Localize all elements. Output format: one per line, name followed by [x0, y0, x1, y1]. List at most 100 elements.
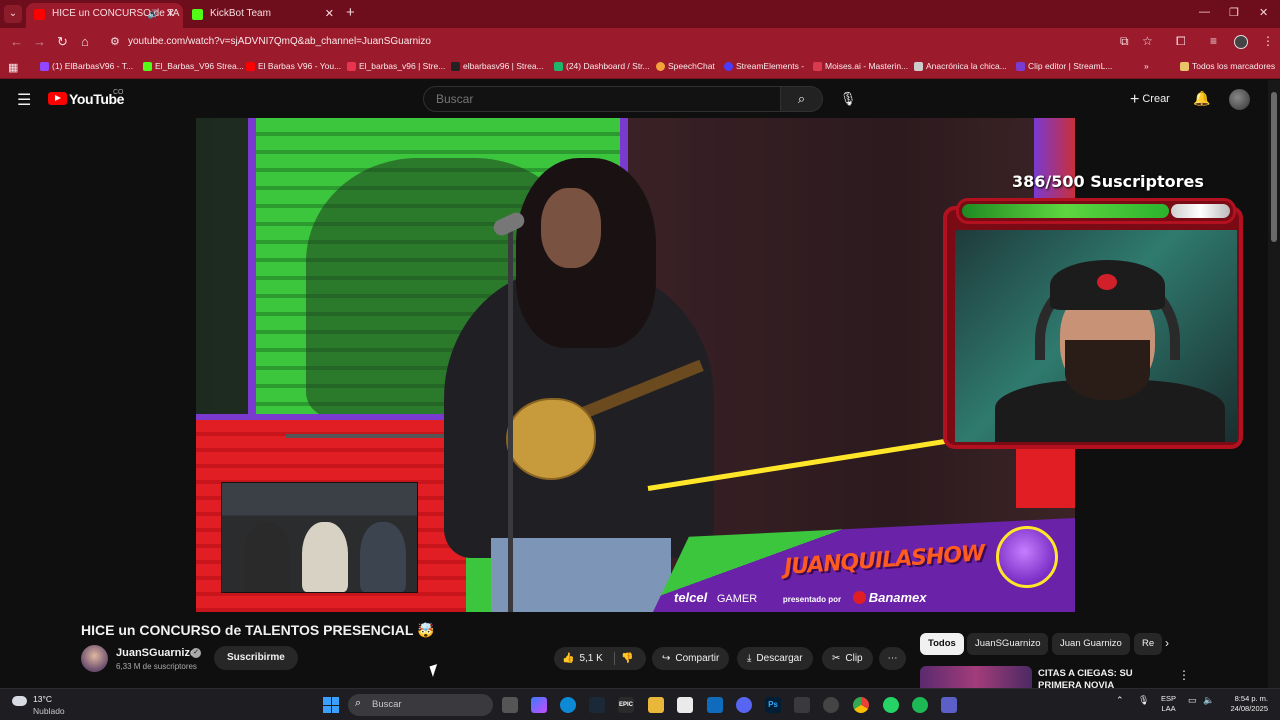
media-controls-icon[interactable]: ≡ [1210, 34, 1217, 48]
page-scrollbar[interactable] [1268, 80, 1280, 688]
notifications-bell-icon[interactable]: 🔔 [1193, 90, 1210, 107]
install-app-icon[interactable]: ⧉ [1120, 34, 1129, 49]
dislike-button[interactable]: 👎 [621, 647, 633, 670]
tab-title: HICE un CONCURSO de TA [52, 8, 180, 19]
copilot-icon[interactable] [531, 697, 547, 713]
bookmark-item[interactable]: elbarbasv96 | Strea... [451, 61, 544, 71]
more-bookmarks-icon[interactable]: » [1144, 61, 1149, 71]
whatsapp-icon[interactable] [883, 697, 899, 713]
file-explorer-icon[interactable] [648, 697, 664, 713]
microphone-tray-icon[interactable]: 🎙 [1138, 695, 1149, 706]
recommended-more-icon[interactable]: ⋮ [1178, 668, 1190, 682]
chevron-right-icon[interactable]: › [1165, 636, 1169, 650]
outlook-icon[interactable] [707, 697, 723, 713]
url-text[interactable]: youtube.com/watch?v=sjADVNI7QmQ&ab_chann… [128, 36, 431, 47]
streamer-webcam [943, 206, 1243, 449]
back-arrow-icon[interactable]: ← [10, 34, 23, 49]
scrollbar-thumb[interactable] [1271, 92, 1277, 242]
close-window-button[interactable]: ✕ [1259, 6, 1268, 19]
all-bookmarks-folder[interactable]: Todos los marcadores [1180, 61, 1275, 71]
windows-start-icon[interactable] [323, 697, 339, 713]
epic-games-icon[interactable]: EPIC [618, 697, 634, 713]
volume-icon[interactable]: 🔈 [1203, 695, 1214, 706]
cloud-weather-icon[interactable] [12, 696, 27, 706]
channel-name[interactable]: JuanSGuarnizo [116, 647, 197, 659]
menu-hamburger-icon[interactable]: ☰ [17, 90, 31, 110]
chrome-icon[interactable] [853, 697, 869, 713]
home-icon[interactable]: ⌂ [81, 34, 89, 49]
chip-juan-guarnizo[interactable]: Juan Guarnizo [1052, 633, 1130, 655]
site-info-icon[interactable]: ⚙ [110, 35, 120, 48]
reload-icon[interactable]: ↻ [57, 34, 68, 50]
channel-avatar[interactable] [81, 645, 108, 672]
new-tab-button[interactable]: + [346, 4, 355, 21]
subscribe-button[interactable]: Suscribirme [214, 646, 298, 670]
chip-truncated[interactable]: Re [1134, 633, 1162, 655]
bookmark-star-icon[interactable]: ☆ [1142, 34, 1153, 48]
chip-todos[interactable]: Todos [920, 633, 964, 655]
apps-grid-icon[interactable]: ▦ [8, 61, 18, 74]
input-language[interactable]: ESP LAA [1161, 694, 1176, 714]
minimize-window-button[interactable]: — [1199, 6, 1210, 18]
close-tab-icon[interactable]: ✕ [166, 3, 175, 25]
bookmark-item[interactable]: El_Barbas_V96 Strea... [143, 61, 244, 71]
restore-window-button[interactable]: ❐ [1229, 6, 1239, 19]
search-button[interactable]: ⌕ [781, 86, 823, 112]
search-input[interactable] [423, 86, 781, 112]
microsoft-store-icon[interactable] [677, 697, 693, 713]
audio-playing-icon[interactable]: 🔊 [148, 3, 159, 25]
mic-stand [508, 228, 513, 612]
more-actions-button[interactable]: ⋯ [879, 647, 906, 670]
tab-search-button[interactable]: ⌄ [4, 5, 22, 23]
steam-icon[interactable] [589, 697, 605, 713]
weather-description[interactable]: Nublado [33, 706, 65, 716]
system-clock[interactable]: 8:54 p. m. 24/08/2025 [1224, 694, 1268, 714]
create-button[interactable]: + Crear [1124, 88, 1176, 110]
show-hidden-icons-chevron-icon[interactable]: ⌃ [1116, 695, 1124, 706]
bookmark-item[interactable]: (1) ElBarbasV96 - T... [40, 61, 133, 71]
bookmark-item[interactable]: Moises.ai - Masterin... [813, 61, 908, 71]
chip-juansguarnizo[interactable]: JuanSGuarnizo [967, 633, 1049, 655]
snipping-tool-icon[interactable] [794, 697, 810, 713]
download-button[interactable]: ⤓ Descargar [737, 647, 813, 670]
divider [614, 652, 615, 665]
forward-arrow-icon[interactable]: → [33, 34, 46, 49]
spotify-icon[interactable] [912, 697, 928, 713]
red-led-screen-right [1016, 448, 1075, 508]
profile-avatar[interactable] [1234, 35, 1248, 49]
voice-search-mic-icon[interactable]: 🎙 [835, 86, 861, 112]
clip-button[interactable]: ✂ Clip [822, 647, 873, 670]
bookmark-item[interactable]: El Barbas V96 - You... [246, 61, 341, 71]
recommended-video-title[interactable]: CITAS A CIEGAS: SU PRIMERA NOVIA [1038, 668, 1173, 690]
like-button[interactable]: 👍 5,1 K [562, 653, 603, 664]
edge-icon[interactable] [560, 697, 576, 713]
youtube-icon [246, 62, 255, 71]
close-tab-icon[interactable]: ✕ [325, 3, 334, 25]
subscriber-goal-remaining [1171, 204, 1230, 218]
extensions-icon[interactable]: ⧠ [1176, 34, 1186, 49]
obs-icon[interactable] [823, 697, 839, 713]
discord-icon[interactable] [736, 697, 752, 713]
chrome-menu-icon[interactable]: ⋮ [1262, 34, 1274, 48]
teams-icon[interactable] [941, 697, 957, 713]
bookmark-item[interactable]: El_barbas_v96 | Stre... [347, 61, 445, 71]
account-avatar[interactable] [1229, 89, 1250, 110]
bookmark-item[interactable]: StreamElements - [724, 61, 804, 71]
tab-youtube-video[interactable]: HICE un CONCURSO de TA 🔊 ✕ [26, 3, 183, 28]
network-icon[interactable]: ▭ [1188, 695, 1197, 706]
taskbar-search[interactable]: ⌕ Buscar [348, 694, 493, 716]
streamlabs-icon [347, 62, 356, 71]
task-view-icon[interactable] [502, 697, 518, 713]
youtube-logo-icon[interactable] [48, 92, 67, 105]
bookmark-item[interactable]: (24) Dashboard / Str... [554, 61, 650, 71]
recommended-video-thumbnail[interactable] [920, 666, 1032, 690]
photoshop-icon[interactable]: Ps [765, 697, 781, 713]
bookmark-item[interactable]: Anacrónica la chica... [914, 61, 1007, 71]
share-button[interactable]: ↪ Compartir [652, 647, 730, 670]
kick-icon [143, 62, 152, 71]
bookmark-item[interactable]: Clip editor | StreamL... [1016, 61, 1112, 71]
weather-temperature[interactable]: 13°C [33, 694, 52, 704]
tab-kickbot[interactable]: KickBot Team ✕ [184, 3, 342, 28]
bookmark-item[interactable]: SpeechChat [656, 61, 715, 71]
subscriber-count: 6,33 M de suscriptores [116, 662, 197, 671]
